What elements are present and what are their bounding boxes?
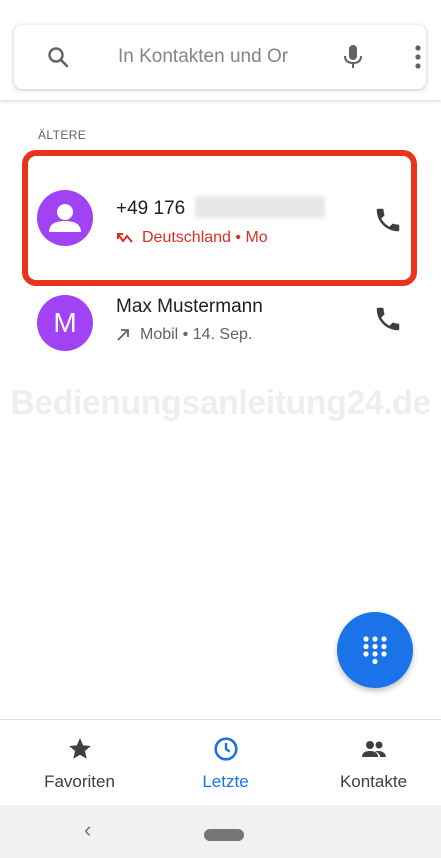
star-icon <box>68 738 91 759</box>
tab-contacts[interactable]: Kontakte <box>300 720 441 806</box>
call-detail: Mobil • 14. Sep. <box>116 326 252 344</box>
clock-icon <box>213 737 238 761</box>
highlight-frame <box>22 150 417 286</box>
avatar-letter: M <box>53 307 77 338</box>
bottom-navigation: Favoriten Letzte Kontakte <box>0 719 441 806</box>
tab-label: Kontakte <box>339 772 408 791</box>
avatar[interactable]: M <box>37 295 93 351</box>
system-navigation-bar: ‹ <box>0 805 441 858</box>
microphone-icon[interactable] <box>341 43 365 71</box>
dialpad-button[interactable] <box>337 612 413 688</box>
people-icon <box>361 741 386 757</box>
search-input[interactable]: In Kontakten und Or <box>118 46 288 68</box>
back-button[interactable]: ‹ <box>84 817 91 843</box>
contact-name: Max Mustermann <box>116 296 263 317</box>
dialpad-icon <box>363 636 387 664</box>
search-bar[interactable]: In Kontakten und Or <box>14 25 426 89</box>
tab-label: Favoriten <box>44 772 115 791</box>
search-icon[interactable] <box>46 45 70 69</box>
phone-call-icon[interactable] <box>373 304 403 334</box>
more-options-icon[interactable] <box>408 43 428 71</box>
section-header-older: ÄLTERE <box>38 128 87 142</box>
call-detail-text: Mobil • 14. Sep. <box>140 326 253 343</box>
watermark: Bedienungsanleitung24.de <box>10 384 431 422</box>
tab-recent[interactable]: Letzte <box>152 720 299 806</box>
outgoing-call-icon <box>117 329 129 341</box>
tab-favorites[interactable]: Favoriten <box>6 720 153 806</box>
tab-label: Letzte <box>202 772 249 791</box>
home-pill[interactable] <box>204 829 244 841</box>
